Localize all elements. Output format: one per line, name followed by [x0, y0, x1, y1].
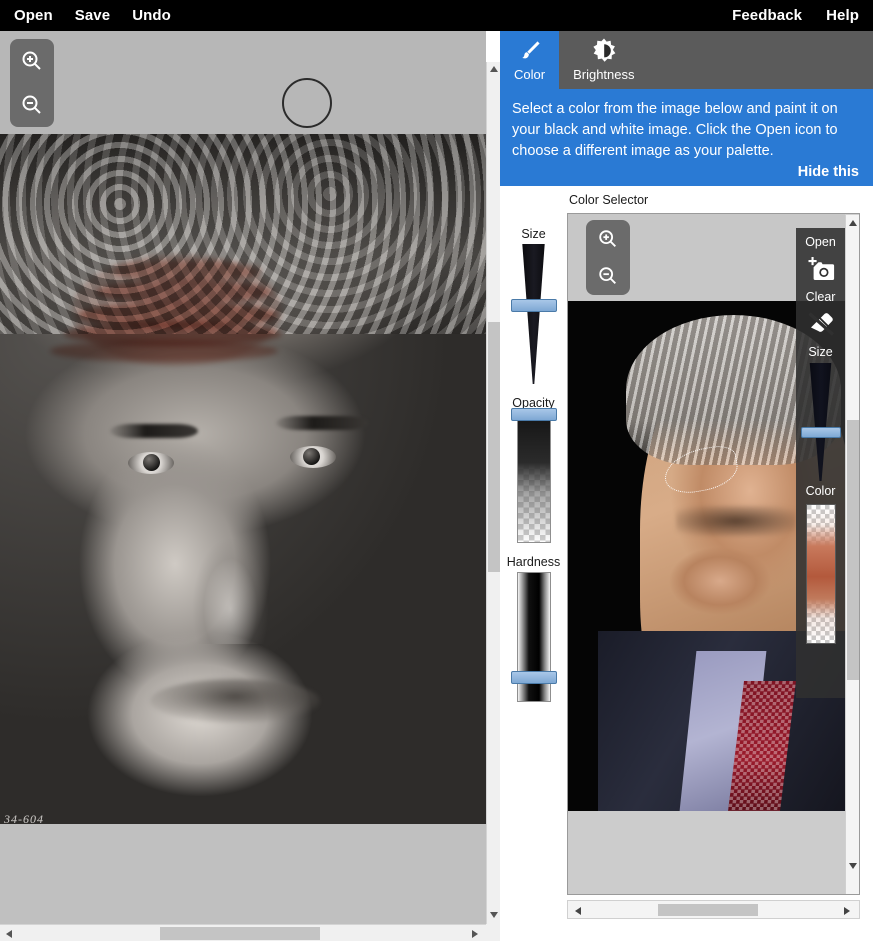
- tab-brightness-label: Brightness: [573, 67, 635, 82]
- photo-eyebrow-left: [110, 424, 198, 438]
- menu-save[interactable]: Save: [75, 0, 110, 31]
- paint-stroke: [112, 260, 262, 282]
- menu-feedback[interactable]: Feedback: [732, 0, 802, 31]
- paintbrush-icon: [517, 37, 543, 65]
- tab-color-label: Color: [514, 67, 546, 82]
- photo-pupil-right: [303, 448, 320, 465]
- scroll-down-arrow[interactable]: [849, 863, 857, 869]
- palette-empty-area: [568, 811, 845, 894]
- overlay-size-slider[interactable]: [800, 363, 841, 481]
- add-photo-icon[interactable]: [805, 251, 837, 287]
- scroll-down-arrow[interactable]: [490, 912, 498, 918]
- size-slider-group: Size: [500, 227, 567, 384]
- canvas-zoom-controls: [10, 39, 54, 127]
- photo-watermark: 34-604: [4, 812, 44, 824]
- hardness-slider-label: Hardness: [506, 555, 561, 569]
- overlay-color-swatch[interactable]: [805, 504, 836, 644]
- paint-stroke: [96, 280, 272, 304]
- canvas-vertical-scrollbar[interactable]: [486, 62, 500, 924]
- brush-sliders-column: Size Opacity Hardness: [500, 191, 567, 751]
- eraser-icon[interactable]: [806, 306, 836, 342]
- hardness-slider-thumb[interactable]: [510, 671, 557, 684]
- brightness-icon: [590, 37, 618, 65]
- opacity-slider-group: Opacity: [500, 396, 567, 543]
- menu-open[interactable]: Open: [14, 0, 53, 31]
- horizontal-scroll-thumb[interactable]: [658, 904, 758, 916]
- size-slider-thumb[interactable]: [510, 299, 557, 312]
- canvas-toolbar-strip: [0, 31, 486, 134]
- zoom-in-icon[interactable]: [15, 44, 49, 78]
- photo-mouth: [150, 679, 320, 723]
- palette-horizontal-scrollbar[interactable]: [567, 900, 860, 919]
- canvas-panel: 34-604: [0, 31, 500, 941]
- scroll-right-arrow[interactable]: [472, 930, 478, 938]
- opacity-slider-thumb[interactable]: [510, 408, 557, 421]
- paint-stroke: [50, 340, 278, 362]
- hardness-slider-group: Hardness: [500, 555, 567, 702]
- photo-eyebrow-right: [276, 416, 368, 430]
- overlay-size-label: Size: [808, 345, 833, 359]
- instruction-text: Select a color from the image below and …: [512, 101, 838, 159]
- palette-vertical-scrollbar[interactable]: [845, 214, 859, 894]
- hardness-slider[interactable]: [510, 572, 557, 702]
- zoom-out-icon[interactable]: [15, 88, 49, 122]
- instruction-banner: Select a color from the image below and …: [500, 89, 873, 186]
- photo-nose: [190, 504, 280, 644]
- hide-instruction-link[interactable]: Hide this: [798, 164, 859, 180]
- scroll-right-arrow[interactable]: [844, 907, 850, 915]
- scroll-up-arrow[interactable]: [849, 220, 857, 226]
- photo-pupil-left: [143, 454, 160, 471]
- zoom-in-icon[interactable]: [591, 222, 625, 256]
- menu-undo[interactable]: Undo: [132, 0, 171, 31]
- overlay-clear-label: Clear: [805, 290, 836, 304]
- horizontal-scroll-thumb[interactable]: [160, 927, 320, 940]
- palette-tool-overlay: Open Clear Size Color: [796, 228, 845, 698]
- opacity-slider[interactable]: [510, 408, 557, 543]
- overlay-open-label: Open: [805, 235, 836, 249]
- vertical-scroll-thumb[interactable]: [488, 322, 500, 572]
- canvas-empty-area: [0, 824, 486, 924]
- tools-panel: Color Brightness Select a color from the…: [500, 31, 873, 927]
- size-slider-icon: [522, 244, 545, 384]
- tab-brightness[interactable]: Brightness: [559, 31, 648, 89]
- canvas-photo-area[interactable]: 34-604: [0, 134, 486, 924]
- size-slider[interactable]: [510, 244, 557, 384]
- topbar-left-group: Open Save Undo: [0, 0, 171, 31]
- size-slider-icon: [809, 363, 832, 481]
- overlay-color-label: Color: [805, 484, 836, 498]
- tab-color[interactable]: Color: [500, 31, 560, 89]
- scroll-up-arrow[interactable]: [490, 66, 498, 72]
- palette-eye-region: [676, 506, 796, 536]
- palette-zoom-controls: [586, 220, 630, 295]
- size-slider-label: Size: [521, 227, 546, 241]
- main-photo-bw[interactable]: 34-604: [0, 134, 486, 824]
- panel-tab-bar: Color Brightness: [500, 31, 873, 89]
- top-menu-bar: Open Save Undo Feedback Help: [0, 0, 873, 31]
- topbar-right-group: Feedback Help: [732, 0, 873, 31]
- menu-help[interactable]: Help: [826, 0, 859, 31]
- scroll-left-arrow[interactable]: [575, 907, 581, 915]
- color-selector-section: Color Selector Open Clear Size Color: [567, 191, 873, 927]
- scroll-left-arrow[interactable]: [6, 930, 12, 938]
- brush-cursor-circle: [282, 78, 332, 128]
- zoom-out-icon[interactable]: [591, 259, 625, 293]
- color-selector-label: Color Selector: [569, 193, 649, 207]
- color-selector-frame[interactable]: Open Clear Size Color: [567, 213, 860, 895]
- overlay-size-slider-thumb[interactable]: [800, 427, 841, 438]
- vertical-scroll-thumb[interactable]: [847, 420, 859, 680]
